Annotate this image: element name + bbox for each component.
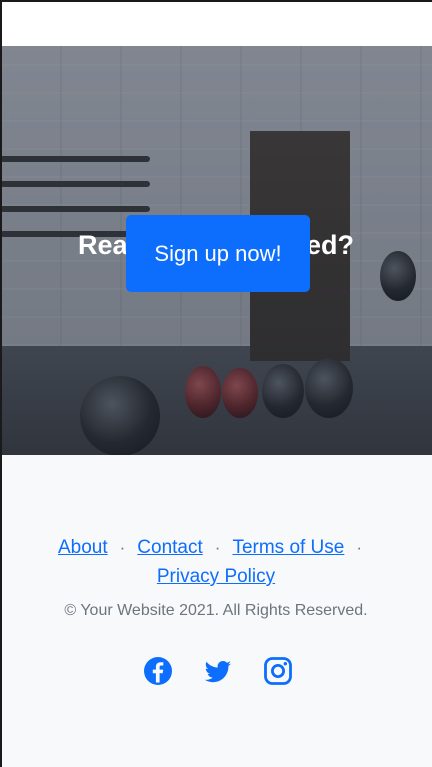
link-separator: · [119,538,126,557]
footer: About · Contact · Terms of Use · Privacy Polic… [0,455,432,767]
instagram-icon [264,657,292,685]
facebook-icon [144,657,172,685]
facebook-link[interactable] [142,655,174,687]
window-left-border [0,0,2,767]
twitter-link[interactable] [202,655,234,687]
footer-link-about[interactable]: About [58,537,108,558]
footer-link-contact[interactable]: Contact [137,537,202,558]
top-navbar [0,0,432,46]
footer-links: About · Contact · Terms of Use · Privacy Polic… [20,533,412,591]
social-links [0,655,432,691]
footer-link-terms[interactable]: Terms of Use [232,537,344,558]
link-separator: · [356,538,363,557]
sign-up-button[interactable]: Sign up now! [126,215,310,292]
window-top-border [0,0,432,2]
footer-link-privacy[interactable]: Privacy Policy [157,566,275,587]
twitter-icon [204,661,231,683]
instagram-link[interactable] [262,655,294,687]
link-separator: · [214,538,221,557]
copyright-text: © Your Website 2021. All Rights Reserved… [64,602,368,619]
